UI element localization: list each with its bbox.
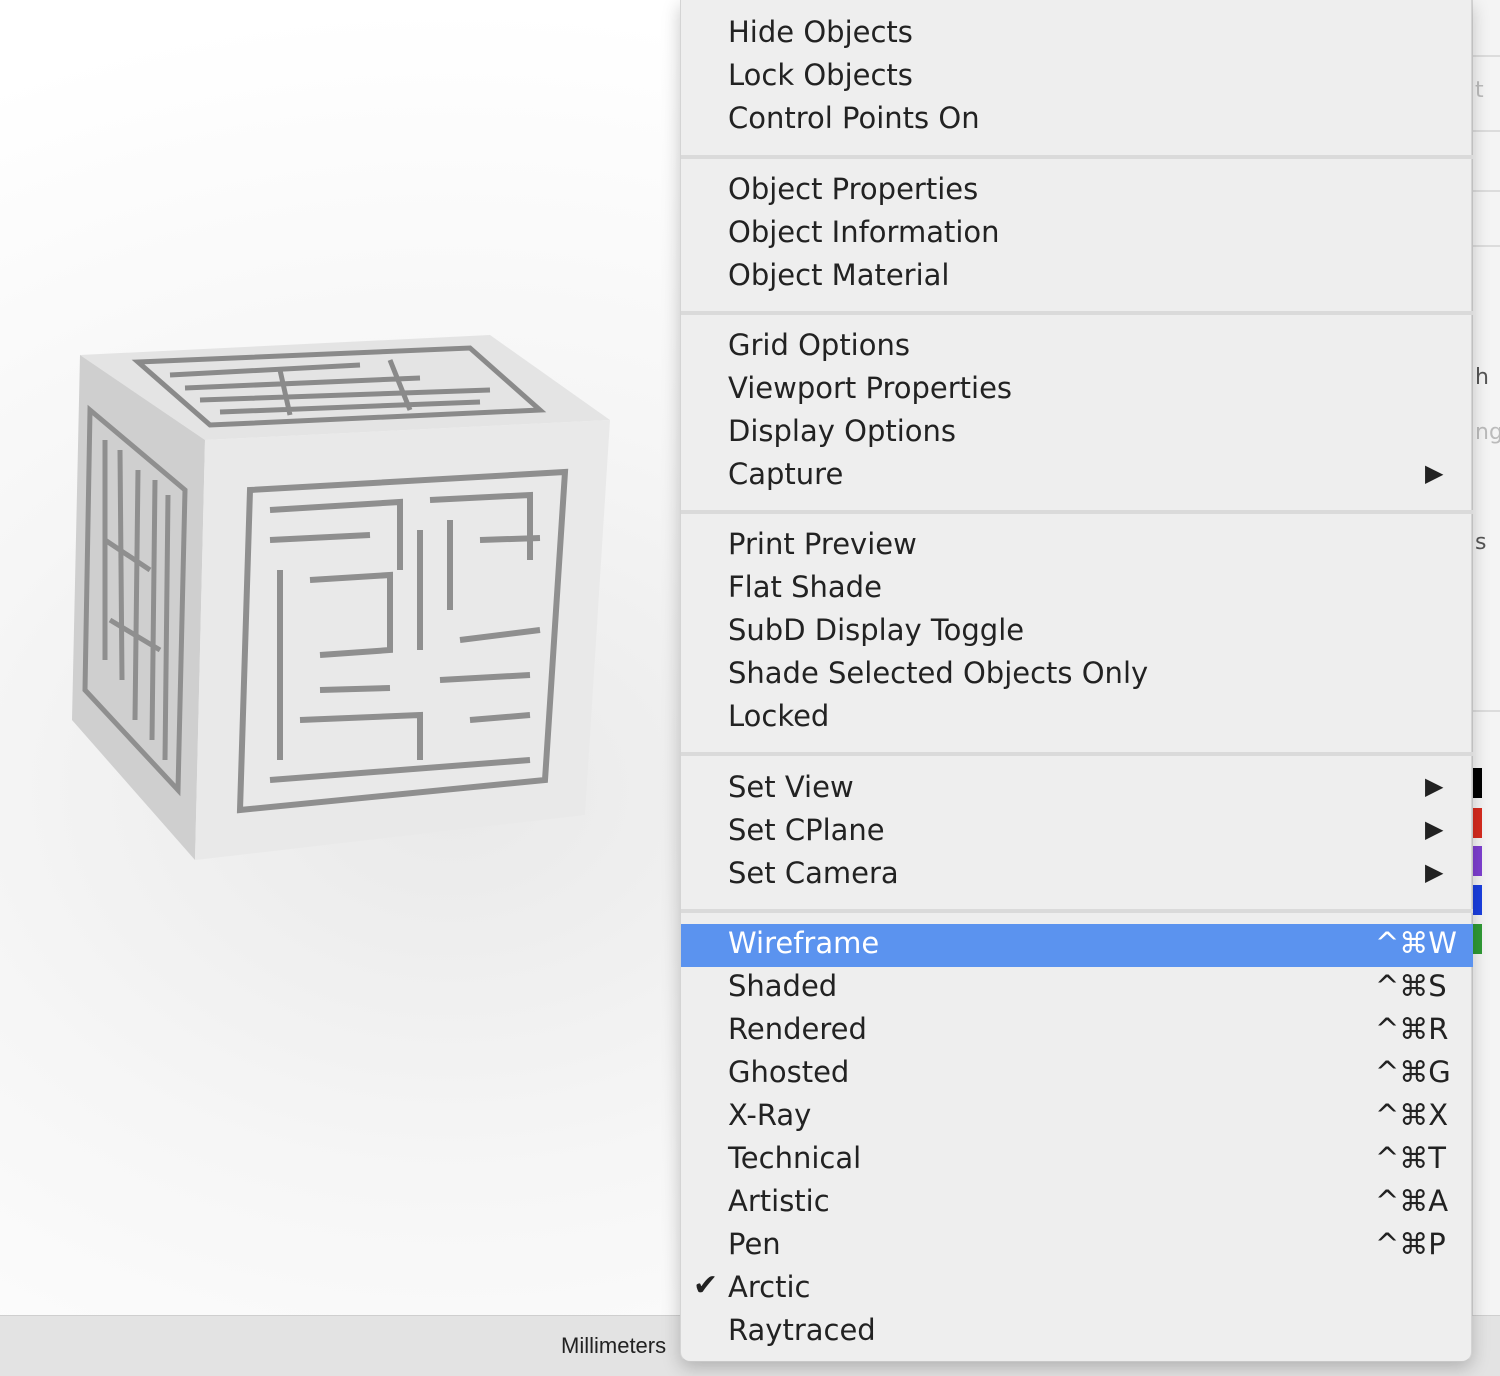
menu-item-label: Wireframe	[728, 926, 880, 960]
menu-item-label: Technical	[728, 1141, 862, 1175]
panel-fragment-text: h	[1475, 365, 1489, 390]
menu-item-shortcut: ^⌘R	[1375, 1012, 1449, 1046]
menu-item-arctic[interactable]: ✔ Arctic	[681, 1268, 1473, 1311]
menu-separator	[681, 311, 1473, 315]
menu-item-shade-selected-objects-only[interactable]: Shade Selected Objects Only	[681, 654, 1473, 697]
menu-item-label: Capture	[728, 457, 844, 491]
menu-item-shortcut: ^⌘G	[1375, 1055, 1451, 1089]
menu-item-shortcut: ^⌘W	[1375, 926, 1457, 960]
menu-item-label: Set Camera	[728, 856, 899, 890]
menu-item-label: Shade Selected Objects Only	[728, 656, 1149, 690]
triangle-right-icon: ▶	[1425, 858, 1444, 886]
layer-color-swatch[interactable]	[1473, 846, 1482, 876]
menu-item-label: Object Properties	[728, 172, 979, 206]
menu-item-object-properties[interactable]: Object Properties	[681, 170, 1473, 213]
panel-fragment-text: t	[1475, 78, 1484, 103]
menu-item-artistic[interactable]: Artistic ^⌘A	[681, 1182, 1473, 1225]
menu-item-flat-shade[interactable]: Flat Shade	[681, 568, 1473, 611]
menu-item-label: Viewport Properties	[728, 371, 1013, 405]
right-side-panel: t h ng s	[1472, 0, 1500, 1315]
units-label[interactable]: Millimeters	[561, 1333, 666, 1359]
menu-item-pen[interactable]: Pen ^⌘P	[681, 1225, 1473, 1268]
menu-item-label: Ghosted	[728, 1055, 850, 1089]
triangle-right-icon: ▶	[1425, 459, 1444, 487]
maze-cube-render	[72, 335, 610, 860]
menu-item-label: Object Material	[728, 258, 950, 292]
menu-item-print-preview[interactable]: Print Preview	[681, 525, 1473, 568]
menu-item-label: SubD Display Toggle	[728, 613, 1025, 647]
menu-item-label: Pen	[728, 1227, 781, 1261]
menu-item-technical[interactable]: Technical ^⌘T	[681, 1139, 1473, 1182]
menu-item-rendered[interactable]: Rendered ^⌘R	[681, 1010, 1473, 1053]
menu-item-grid-options[interactable]: Grid Options	[681, 326, 1473, 369]
panel-divider	[1473, 245, 1500, 247]
menu-item-label: Lock Objects	[728, 58, 913, 92]
panel-divider	[1473, 55, 1500, 57]
menu-item-set-camera[interactable]: Set Camera ▶	[681, 854, 1473, 897]
menu-separator	[681, 510, 1473, 514]
panel-divider	[1473, 190, 1500, 192]
menu-item-subd-display-toggle[interactable]: SubD Display Toggle	[681, 611, 1473, 654]
menu-item-label: Artistic	[728, 1184, 830, 1218]
menu-item-viewport-properties[interactable]: Viewport Properties	[681, 369, 1473, 412]
menu-item-label: X-Ray	[728, 1098, 812, 1132]
triangle-right-icon: ▶	[1425, 815, 1444, 843]
menu-item-label: Hide Objects	[728, 15, 913, 49]
menu-item-ghosted[interactable]: Ghosted ^⌘G	[681, 1053, 1473, 1096]
menu-separator	[681, 909, 1473, 913]
menu-item-shortcut: ^⌘A	[1375, 1184, 1449, 1218]
menu-item-shaded[interactable]: Shaded ^⌘S	[681, 967, 1473, 1010]
menu-item-set-view[interactable]: Set View ▶	[681, 768, 1473, 811]
menu-item-control-points-on[interactable]: Control Points On	[681, 99, 1473, 142]
menu-item-object-material[interactable]: Object Material	[681, 256, 1473, 299]
menu-item-capture[interactable]: Capture ▶	[681, 455, 1473, 498]
menu-item-shortcut: ^⌘T	[1375, 1141, 1447, 1175]
menu-item-set-cplane[interactable]: Set CPlane ▶	[681, 811, 1473, 854]
layer-color-swatch[interactable]	[1473, 768, 1482, 798]
menu-item-label: Display Options	[728, 414, 957, 448]
menu-item-label: Shaded	[728, 969, 838, 1003]
menu-item-shortcut: ^⌘P	[1375, 1227, 1446, 1261]
layer-color-swatch[interactable]	[1473, 808, 1482, 838]
layer-color-swatch[interactable]	[1473, 885, 1482, 915]
menu-item-label: Arctic	[728, 1270, 811, 1304]
menu-item-label: Grid Options	[728, 328, 910, 362]
menu-item-label: Flat Shade	[728, 570, 882, 604]
menu-separator	[681, 155, 1473, 159]
menu-item-x-ray[interactable]: X-Ray ^⌘X	[681, 1096, 1473, 1139]
checkmark-icon: ✔	[693, 1268, 719, 1303]
menu-item-raytraced[interactable]: Raytraced	[681, 1311, 1473, 1354]
menu-item-shortcut: ^⌘S	[1375, 969, 1447, 1003]
menu-item-label: Set View	[728, 770, 854, 804]
menu-separator	[681, 752, 1473, 756]
menu-item-label: Rendered	[728, 1012, 867, 1046]
menu-item-locked[interactable]: Locked	[681, 697, 1473, 740]
menu-item-label: Raytraced	[728, 1313, 876, 1347]
context-menu: Hide Objects Lock Objects Control Points O…	[680, 0, 1473, 1362]
menu-item-label: Locked	[728, 699, 830, 733]
menu-item-shortcut: ^⌘X	[1375, 1098, 1449, 1132]
menu-item-wireframe[interactable]: Wireframe ^⌘W	[681, 924, 1473, 967]
menu-item-label: Print Preview	[728, 527, 917, 561]
menu-item-label: Set CPlane	[728, 813, 885, 847]
panel-fragment-text: ng	[1475, 420, 1500, 445]
menu-item-label: Control Points On	[728, 101, 980, 135]
menu-item-object-information[interactable]: Object Information	[681, 213, 1473, 256]
menu-item-display-options[interactable]: Display Options	[681, 412, 1473, 455]
layer-color-swatch[interactable]	[1473, 924, 1482, 954]
menu-item-hide-objects[interactable]: Hide Objects	[681, 13, 1473, 56]
triangle-right-icon: ▶	[1425, 772, 1444, 800]
panel-divider	[1473, 130, 1500, 132]
menu-item-lock-objects[interactable]: Lock Objects	[681, 56, 1473, 99]
menu-item-label: Object Information	[728, 215, 1000, 249]
panel-fragment-text: s	[1475, 530, 1487, 555]
panel-divider	[1473, 710, 1500, 712]
